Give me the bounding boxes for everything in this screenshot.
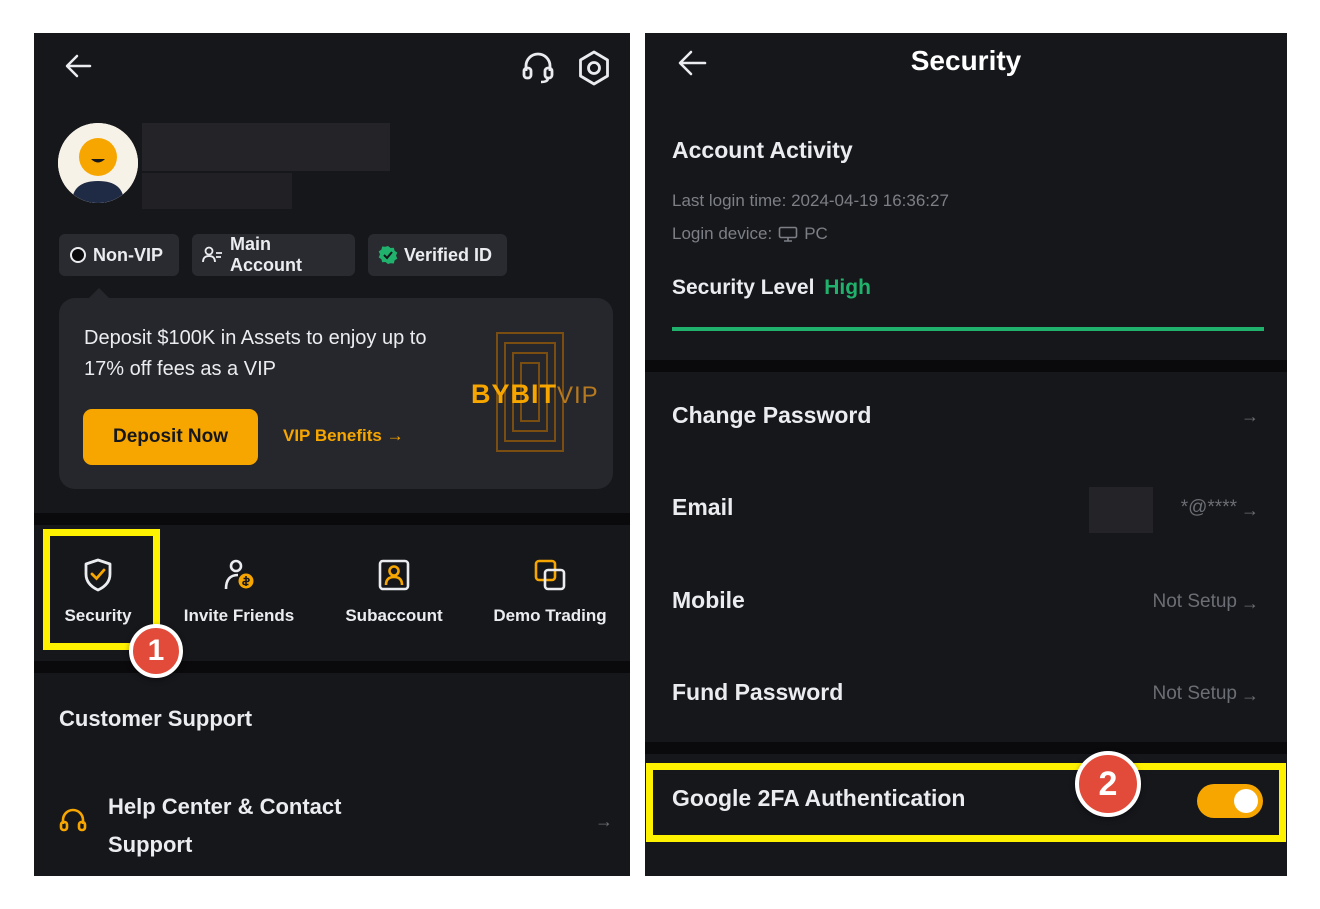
security-level-bar bbox=[672, 327, 1264, 331]
bybit-wordmark: BYBIT bbox=[471, 379, 557, 409]
quick-action-label: Subaccount bbox=[345, 606, 443, 625]
security-level-value: High bbox=[824, 276, 871, 299]
mobile-row[interactable]: Mobile Not Setup → bbox=[645, 573, 1287, 633]
deposit-now-button[interactable]: Deposit Now bbox=[83, 409, 258, 465]
subaccount-shortcut[interactable]: Subaccount bbox=[319, 558, 469, 626]
badge-non-vip[interactable]: Non-VIP bbox=[59, 234, 179, 276]
step-1-badge: 1 bbox=[129, 624, 183, 678]
security-level-track bbox=[672, 327, 1264, 331]
back-arrow-icon[interactable] bbox=[64, 53, 92, 79]
step-2-badge: 2 bbox=[1075, 751, 1141, 817]
row-value: *@**** bbox=[1180, 497, 1237, 518]
last-login-value: 2024-04-19 16:36:27 bbox=[791, 191, 949, 210]
customer-support-title: Customer Support bbox=[59, 706, 253, 731]
security-level: Security Level High bbox=[672, 276, 871, 300]
invite-friends-icon bbox=[222, 558, 256, 592]
demo-trading-shortcut[interactable]: Demo Trading bbox=[475, 558, 625, 626]
vip-benefits-link[interactable]: VIP Benefits → bbox=[283, 426, 404, 446]
headset-icon[interactable] bbox=[520, 49, 556, 85]
badge-label: Non-VIP bbox=[93, 244, 163, 265]
row-label: Mobile bbox=[672, 587, 745, 613]
email-row[interactable]: Email *@**** → bbox=[645, 480, 1287, 540]
badge-label: Verified ID bbox=[404, 244, 493, 265]
last-login-line: Last login time: 2024-04-19 16:36:27 bbox=[672, 191, 949, 211]
last-login-label: Last login time: bbox=[672, 191, 787, 210]
headset-support-icon bbox=[58, 806, 88, 836]
verified-check-icon bbox=[378, 245, 398, 265]
demo-trading-icon bbox=[533, 558, 567, 592]
settings-gear-icon[interactable] bbox=[575, 49, 613, 87]
badge-verified-id[interactable]: Verified ID bbox=[368, 234, 507, 276]
chevron-right-icon: → bbox=[1241, 685, 1259, 705]
vip-circle-icon bbox=[69, 246, 87, 264]
highlight-box-google-2fa bbox=[646, 763, 1286, 842]
blurred-username bbox=[142, 123, 390, 171]
page-title: Security bbox=[910, 45, 1022, 76]
security-screen: Security Account Activity Last login tim… bbox=[645, 33, 1287, 876]
arrow-right-icon: → bbox=[386, 426, 404, 445]
vip-wordmark: VIP bbox=[557, 382, 599, 409]
blurred-user-id bbox=[142, 173, 292, 209]
row-label: Fund Password bbox=[672, 679, 844, 705]
section-divider bbox=[34, 661, 630, 673]
help-center-label: Help Center & Contact bbox=[108, 794, 342, 819]
security-level-label: Security Level bbox=[672, 276, 815, 299]
fund-password-row[interactable]: Fund Password Not Setup → bbox=[645, 665, 1287, 725]
row-label: Change Password bbox=[672, 402, 872, 428]
bybit-vip-logo: BYBITVIP bbox=[471, 329, 598, 455]
row-label: Email bbox=[672, 494, 734, 520]
section-divider bbox=[34, 513, 630, 525]
login-device-value: PC bbox=[804, 224, 828, 243]
change-password-row[interactable]: Change Password → bbox=[645, 388, 1287, 448]
badge-main-account[interactable]: Main Account bbox=[192, 234, 355, 276]
invite-friends-shortcut[interactable]: Invite Friends bbox=[164, 558, 314, 626]
chevron-right-icon[interactable]: → bbox=[595, 811, 613, 832]
blurred-email-prefix bbox=[1089, 487, 1153, 533]
chevron-right-icon: → bbox=[1241, 406, 1259, 426]
badge-label: Main Account bbox=[230, 234, 302, 275]
chevron-right-icon: → bbox=[1241, 593, 1259, 613]
row-value: Not Setup bbox=[1152, 591, 1238, 612]
login-device-label: Login device: bbox=[672, 224, 773, 243]
section-divider bbox=[645, 360, 1287, 372]
login-device-line: Login device: PC bbox=[672, 224, 828, 244]
monitor-icon bbox=[778, 226, 798, 242]
quick-action-label: Invite Friends bbox=[183, 606, 295, 625]
account-switch-icon bbox=[202, 246, 224, 264]
vip-benefits-label: VIP Benefits bbox=[283, 426, 382, 445]
section-divider bbox=[645, 742, 1287, 754]
help-center-link[interactable]: Help Center & Contact Support bbox=[108, 788, 341, 864]
account-screen: Non-VIP Main Account Verified ID Deposit… bbox=[34, 33, 630, 876]
chevron-right-icon: → bbox=[1241, 500, 1259, 520]
card-pointer bbox=[89, 288, 109, 298]
avatar[interactable] bbox=[58, 123, 138, 203]
row-value: Not Setup bbox=[1152, 683, 1238, 704]
account-activity-title: Account Activity bbox=[672, 137, 853, 163]
quick-action-label: Demo Trading bbox=[493, 606, 607, 625]
help-center-label-line2: Support bbox=[108, 832, 193, 857]
subaccount-icon bbox=[377, 558, 411, 592]
vip-promo-text: Deposit $100K in Assets to enjoy up to 1… bbox=[84, 327, 427, 380]
